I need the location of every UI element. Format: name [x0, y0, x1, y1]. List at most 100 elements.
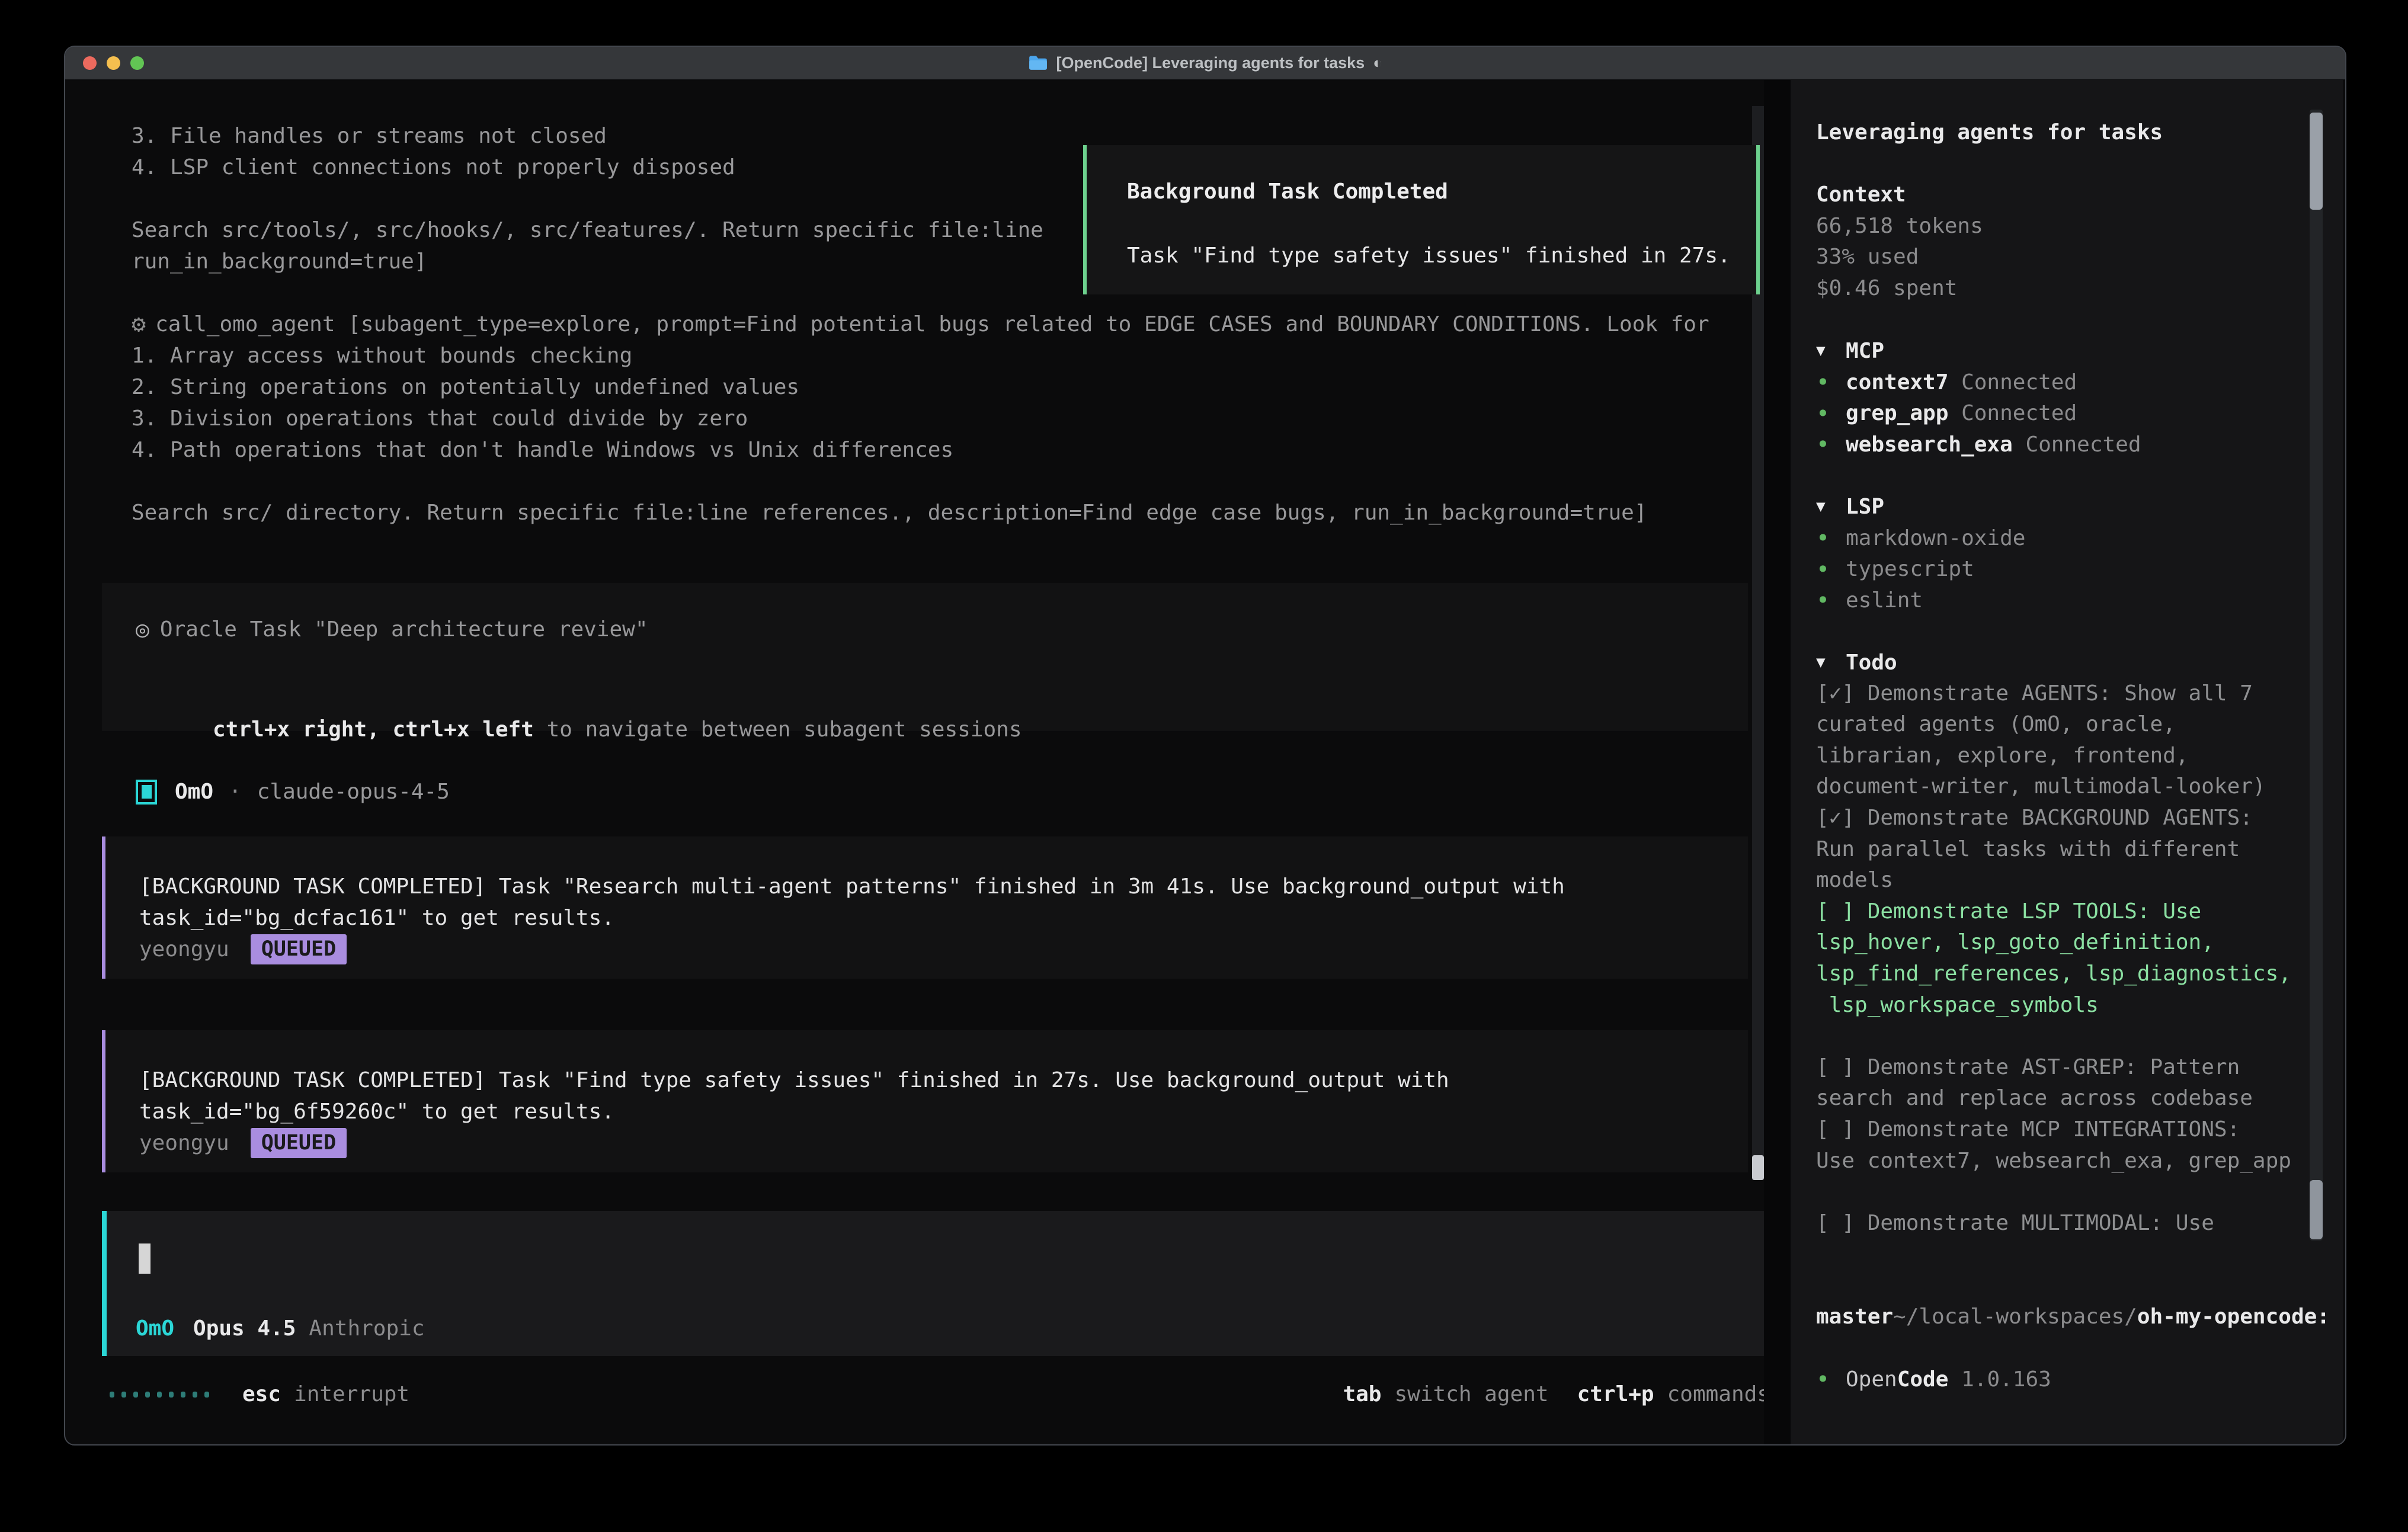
- oracle-hint-keys: ctrl+x right, ctrl+x left: [213, 717, 534, 742]
- input-agent-name: OmO: [136, 1316, 174, 1341]
- task-user: yeongyu: [139, 934, 229, 965]
- todo-line-active: lsp_hover, lsp_goto_definition,: [1816, 927, 2343, 959]
- close-button[interactable]: [83, 56, 97, 70]
- context-used: 33% used: [1816, 242, 2343, 273]
- todo-line: Use context7, websearch_exa, grep_app: [1816, 1146, 2343, 1177]
- todo-line-active: [ ] Demonstrate LSP TOOLS: Use: [1816, 896, 2343, 928]
- gear-icon: ⚙: [132, 309, 146, 340]
- status-bar: esc interrupt tab switch agent ctrl+p co…: [110, 1379, 1770, 1410]
- lsp-name: typescript: [1846, 557, 1974, 581]
- todo-section-header[interactable]: ▼ Todo: [1816, 647, 2343, 678]
- sidebar-scrollbar-track[interactable]: [2310, 110, 2323, 1241]
- todo-heading: Todo: [1846, 650, 1897, 675]
- input-model-name: Opus 4.5: [193, 1316, 296, 1341]
- mcp-item: • grep_app Connected: [1816, 398, 2343, 429]
- oracle-hint-text: to navigate between subagent sessions: [534, 717, 1022, 742]
- terminal-line: 3. Division operations that could divide…: [132, 403, 1709, 434]
- terminal-line: 4. Path operations that don't handle Win…: [132, 434, 1709, 466]
- context-tokens: 66,518 tokens: [1816, 211, 2343, 242]
- chevron-down-icon: ▼: [1816, 342, 1846, 360]
- pane-divider: [1764, 80, 1791, 1446]
- tool-call-line: ⚙ call_omo_agent [subagent_type=explore,…: [132, 309, 1709, 340]
- bullet-icon: •: [1816, 369, 1846, 395]
- oracle-task-box: ◎ Oracle Task "Deep architecture review"…: [102, 583, 1748, 731]
- app-version: • OpenCode 1.0.163: [1816, 1364, 2343, 1395]
- session-state-icon: ◐: [1373, 54, 1382, 72]
- bullet-icon: •: [1816, 525, 1846, 551]
- terminal-window: [OpenCode] Leveraging agents for tasks ◐…: [64, 46, 2346, 1446]
- todo-scrollbar-thumb[interactable]: [2310, 1180, 2323, 1239]
- sidebar-scrollbar-thumb[interactable]: [2310, 113, 2323, 210]
- tool-call-text: call_omo_agent [subagent_type=explore, p…: [155, 309, 1709, 340]
- chevron-down-icon: ▼: [1816, 498, 1846, 515]
- separator-dot: ·: [229, 780, 242, 804]
- ctrlp-key-hint: ctrl+p: [1577, 1382, 1654, 1406]
- terminal-line: [132, 466, 1709, 497]
- session-sidebar: Leveraging agents for tasks Context 66,5…: [1791, 80, 2343, 1446]
- task-user: yeongyu: [139, 1127, 229, 1159]
- window-title-group: [OpenCode] Leveraging agents for tasks ◐: [1028, 54, 1383, 72]
- app-name-bold: Code: [1897, 1367, 1949, 1392]
- traffic-lights: [83, 47, 144, 79]
- terminal-line: Search src/ directory. Return specific f…: [132, 497, 1709, 528]
- workspace-repo: oh-my-opencode:: [2137, 1305, 2330, 1329]
- workspace-path-prefix: ~/local-workspaces/: [1893, 1305, 2137, 1329]
- status-badge: QUEUED: [251, 934, 347, 964]
- input-provider-name: Anthropic: [309, 1316, 424, 1341]
- esc-key-label: interrupt: [294, 1382, 409, 1406]
- mcp-section-header[interactable]: ▼ MCP: [1816, 335, 2343, 367]
- mcp-name: grep_app: [1846, 401, 1948, 425]
- agent-icon: [136, 780, 157, 805]
- activity-spinner-dots: [110, 1392, 209, 1398]
- model-row: OmO Opus 4.5 Anthropic: [136, 1313, 425, 1344]
- oracle-title: Oracle Task "Deep architecture review": [160, 614, 648, 645]
- mcp-name: context7: [1846, 370, 1948, 395]
- lsp-name: eslint: [1846, 588, 1923, 613]
- main-scrollbar-thumb[interactable]: [1752, 1155, 1764, 1180]
- prompt-input[interactable]: OmO Opus 4.5 Anthropic: [102, 1211, 1773, 1356]
- todo-line: curated agents (OmO, oracle,: [1816, 709, 2343, 741]
- todo-line-active: lsp_find_references, lsp_diagnostics,: [1816, 959, 2343, 990]
- task-line: [BACKGROUND TASK COMPLETED] Task "Resear…: [139, 871, 1565, 902]
- bullet-icon: •: [1816, 556, 1846, 582]
- mcp-item: • context7 Connected: [1816, 367, 2343, 398]
- mcp-heading: MCP: [1846, 339, 1884, 363]
- lsp-item: • typescript: [1816, 553, 2343, 585]
- notification-title: Background Task Completed: [1127, 176, 1448, 207]
- minimize-button[interactable]: [107, 56, 120, 70]
- todo-line: [ ] Demonstrate AST-GREP: Pattern: [1816, 1052, 2343, 1084]
- status-badge: QUEUED: [251, 1128, 347, 1158]
- app-version-number: 1.0.163: [1961, 1367, 2051, 1392]
- app-name-prefix: Open: [1846, 1367, 1897, 1392]
- bullet-icon: •: [1816, 431, 1846, 457]
- titlebar[interactable]: [OpenCode] Leveraging agents for tasks ◐: [65, 47, 2345, 80]
- lsp-item: • eslint: [1816, 585, 2343, 616]
- todo-line: Run parallel tasks with different: [1816, 834, 2343, 866]
- todo-line: models: [1816, 865, 2343, 896]
- folder-icon: [1028, 55, 1048, 71]
- todo-line: document-writer, multimodal-looker): [1816, 771, 2343, 803]
- lsp-section-header[interactable]: ▼ LSP: [1816, 491, 2343, 523]
- todo-line: [ ] Demonstrate MULTIMODAL: Use: [1816, 1208, 2343, 1239]
- task-line: task_id="bg_dcfac161" to get results.: [139, 902, 1565, 934]
- notification-body: Task "Find type safety issues" finished …: [1127, 240, 1731, 271]
- todo-line: librarian, explore, frontend,: [1816, 741, 2343, 772]
- zoom-button[interactable]: [130, 56, 144, 70]
- ctrlp-key-label: commands: [1667, 1382, 1770, 1406]
- task-line: task_id="bg_6f59260c" to get results.: [139, 1096, 1449, 1127]
- lsp-heading: LSP: [1846, 495, 1884, 519]
- terminal-line: 1. Array access without bounds checking: [132, 340, 1709, 371]
- mcp-item: • websearch_exa Connected: [1816, 429, 2343, 460]
- mcp-status: Connected: [2025, 432, 2141, 457]
- mcp-status: Connected: [1961, 401, 2077, 425]
- bullet-icon: •: [1816, 1366, 1846, 1392]
- lsp-item: • markdown-oxide: [1816, 523, 2343, 554]
- text-cursor: [139, 1243, 150, 1274]
- agent-model: claude-opus-4-5: [257, 780, 450, 804]
- session-title: Leveraging agents for tasks: [1816, 117, 2343, 149]
- terminal-line: 2. String operations on potentially unde…: [132, 371, 1709, 403]
- workspace-path: ~/local-workspaces/oh-my-opencode:: [1816, 1270, 2343, 1302]
- agent-header: OmO · claude-opus-4-5: [136, 776, 450, 807]
- bullet-icon: •: [1816, 587, 1846, 613]
- oracle-icon: ◎: [136, 614, 149, 645]
